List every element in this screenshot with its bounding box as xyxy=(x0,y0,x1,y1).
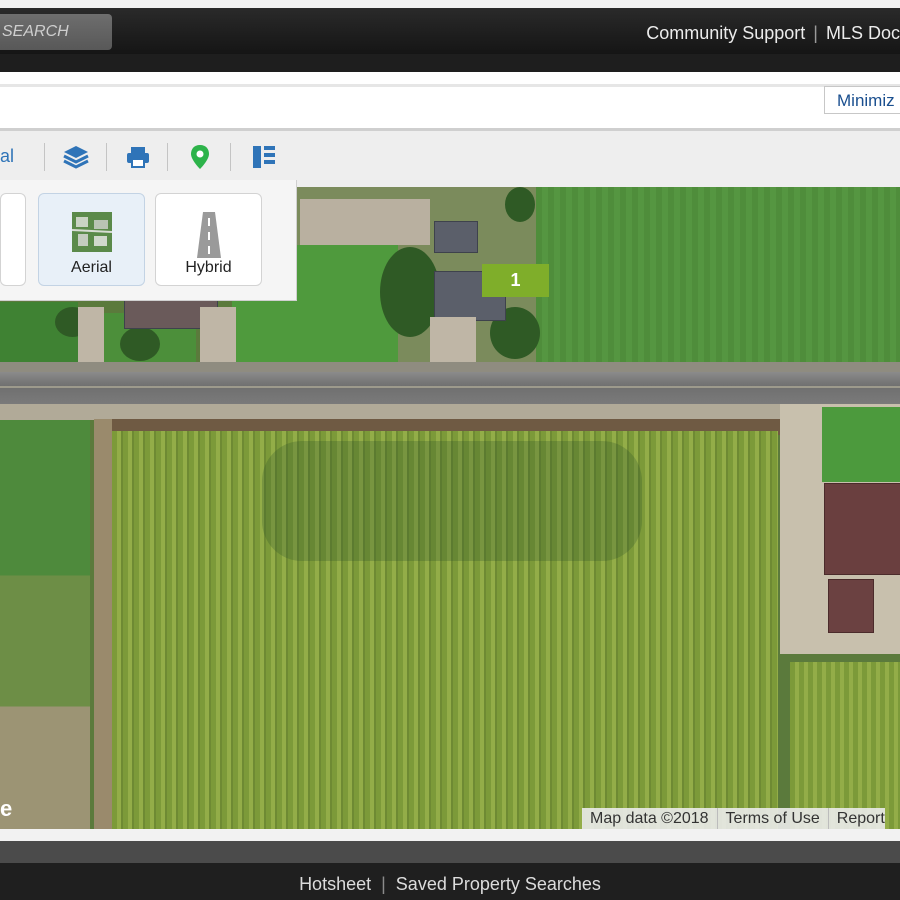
mls-docs-link[interactable]: MLS Doc xyxy=(826,23,900,43)
hybrid-label: Hybrid xyxy=(185,259,232,276)
layers-icon[interactable] xyxy=(61,142,91,172)
print-icon[interactable] xyxy=(123,142,153,172)
community-support-link[interactable]: Community Support xyxy=(646,23,805,43)
footer-links: Hotsheet | Saved Property Searches xyxy=(0,874,900,895)
panel-header xyxy=(0,72,900,131)
toolbar-divider xyxy=(230,143,231,171)
road-icon xyxy=(189,212,229,258)
columns-icon[interactable] xyxy=(249,142,279,172)
footer-separator: | xyxy=(381,874,386,894)
panel-bottom-bar xyxy=(0,841,900,863)
map-data-text: Map data ©2018 xyxy=(590,810,709,827)
search-label: SEARCH xyxy=(2,23,69,40)
crop-field-south xyxy=(112,431,778,829)
building xyxy=(434,221,478,253)
driveway xyxy=(430,317,476,367)
house xyxy=(828,579,874,633)
aerial-thumbnail-icon xyxy=(71,212,112,252)
map-attribution: Map data ©2018 Terms of Use Report xyxy=(582,808,885,829)
search-button[interactable]: SEARCH xyxy=(0,14,112,50)
panel-bottom-border xyxy=(0,829,900,841)
attribution-separator xyxy=(827,808,829,829)
crop-field-north xyxy=(536,187,900,362)
road xyxy=(0,372,900,404)
toolbar-divider xyxy=(167,143,168,171)
toolbar-divider xyxy=(106,143,107,171)
dirt-yard xyxy=(300,199,430,245)
map-type-aerial[interactable]: Aerial xyxy=(38,193,145,286)
terms-of-use-link[interactable]: Terms of Use xyxy=(726,810,820,827)
attribution-separator xyxy=(716,808,718,829)
map-type-toggle[interactable]: al xyxy=(0,146,14,167)
header-separator: | xyxy=(813,23,818,43)
saved-property-searches-link[interactable]: Saved Property Searches xyxy=(396,874,601,894)
dirt-path xyxy=(94,419,112,829)
road-shoulder xyxy=(0,404,900,420)
toolbar-divider xyxy=(44,143,45,171)
header-links: Community Support | MLS Doc xyxy=(646,20,900,46)
minimize-button[interactable]: Minimiz xyxy=(824,86,900,114)
property-marker[interactable]: 1 xyxy=(482,264,549,297)
aerial-label: Aerial xyxy=(71,259,112,276)
panel-header-shadow xyxy=(0,84,900,87)
road-shoulder xyxy=(0,362,900,372)
map-logo: e xyxy=(0,796,13,821)
map-type-option-partial[interactable] xyxy=(0,193,26,286)
hotsheet-link[interactable]: Hotsheet xyxy=(299,874,371,894)
report-link[interactable]: Report xyxy=(837,810,885,827)
sub-bar xyxy=(0,54,900,72)
map-type-hybrid[interactable]: Hybrid xyxy=(155,193,262,286)
house xyxy=(824,483,900,575)
field-shade xyxy=(262,441,642,561)
road-line xyxy=(0,386,900,388)
map-pin-icon[interactable] xyxy=(185,142,215,172)
crop-field-east xyxy=(790,662,900,829)
west-lots xyxy=(0,420,90,829)
top-strip xyxy=(0,0,900,8)
tree xyxy=(120,327,160,361)
tree xyxy=(505,187,535,222)
lawn xyxy=(822,407,900,482)
